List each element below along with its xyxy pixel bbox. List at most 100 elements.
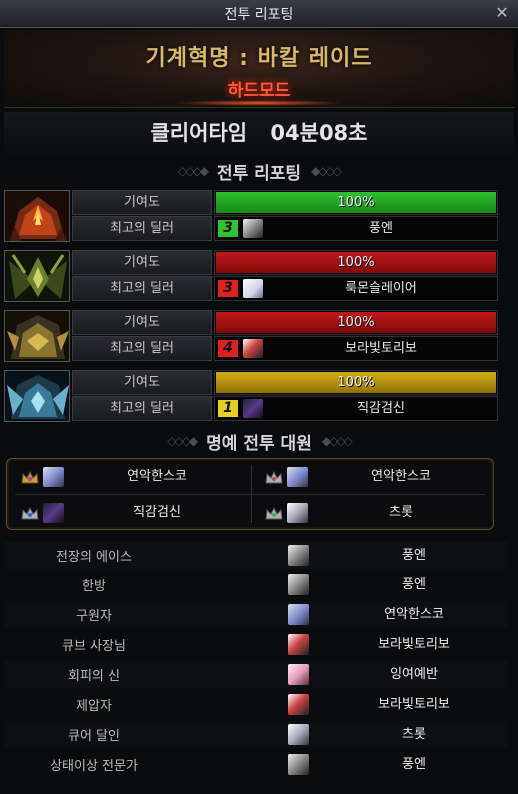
top-dealer-label: 최고의 딜러 — [72, 336, 212, 361]
deco-right-icon: ◆◇◇◇ — [321, 434, 353, 448]
member-name: 츠롯 — [389, 505, 413, 520]
award-title: 구원자 — [76, 609, 112, 624]
contribution-label: 기여도 — [72, 310, 212, 335]
award-row: 상태이상 전문가 풍엔 — [4, 751, 508, 778]
avatar — [288, 574, 309, 595]
award-player: 보라빛토리보 — [378, 697, 450, 712]
crown-icon — [21, 471, 39, 484]
award-player: 풍엔 — [402, 757, 426, 772]
award-player: 풍엔 — [402, 548, 426, 563]
award-title: 큐어 달인 — [68, 729, 120, 744]
boss-row: 기여도 100% 최고의 딜러 1 직감검신 — [4, 370, 498, 422]
honor-section-title: 명예 전투 대원 — [206, 433, 312, 454]
contribution-value: 100% — [337, 195, 375, 210]
avatar — [243, 339, 263, 358]
clear-time: 클리어타임 04분08초 — [4, 112, 514, 154]
raid-name: 기계혁명 : 바칼 레이드 — [145, 46, 373, 71]
avatar — [43, 503, 64, 523]
avatar — [288, 754, 309, 775]
award-row: 회피의 신 잉여예반 — [4, 661, 508, 688]
contribution-row: 기여도 100% — [72, 190, 498, 215]
top-dealer-row: 최고의 딜러 4 보라빛토리보 — [72, 336, 498, 361]
mode-glow — [174, 100, 344, 106]
contribution-bar: 100% — [214, 310, 498, 335]
report-section-header: ◇◇◇◆ 전투 리포팅 ◆◇◇◇ — [4, 158, 514, 184]
top-dealer-label: 최고의 딜러 — [72, 396, 212, 421]
avatar — [288, 634, 309, 655]
divider — [15, 494, 485, 495]
close-icon[interactable]: ✕ — [492, 3, 512, 23]
deco-left-icon: ◇◇◇◆ — [178, 164, 209, 178]
avatar — [288, 664, 309, 685]
honor-box: 연악한스코 연악한스코 직감검신 츠롯 — [6, 458, 494, 530]
rank-badge: 3 — [218, 280, 238, 297]
blue-ice-boss-icon — [4, 370, 70, 422]
top-dealer-row: 최고의 딜러 1 직감검신 — [72, 396, 498, 421]
boss-row: 기여도 100% 최고의 딜러 4 보라빛토리보 — [4, 310, 498, 362]
report-section-title: 전투 리포팅 — [216, 163, 302, 184]
contribution-bar: 100% — [214, 190, 498, 215]
award-title: 전장의 에이스 — [56, 550, 132, 565]
dealer-name: 룩몬슬레이어 — [345, 281, 417, 296]
top-dealer-row: 최고의 딜러 3 룩몬슬레이어 — [72, 276, 498, 301]
avatar — [243, 279, 263, 298]
top-dealer-label: 최고의 딜러 — [72, 276, 212, 301]
top-dealer-label: 최고의 딜러 — [72, 216, 212, 241]
contribution-value: 100% — [337, 255, 375, 270]
contribution-value: 100% — [337, 315, 375, 330]
avatar — [287, 467, 308, 487]
award-player: 풍엔 — [402, 577, 426, 592]
award-player: 보라빛토리보 — [378, 637, 450, 652]
award-row: 큐어 달인 츠롯 — [4, 721, 508, 748]
avatar — [243, 399, 263, 418]
avatar — [288, 724, 309, 745]
honor-section-header: ◇◇◇◆ 명예 전투 대원 ◆◇◇◇ — [4, 428, 514, 454]
award-title: 상태이상 전문가 — [50, 759, 138, 774]
dealer-name: 풍엔 — [369, 221, 393, 236]
contribution-row: 기여도 100% — [72, 370, 498, 395]
boss-row: 기여도 100% 최고의 딜러 3 풍엔 — [4, 190, 498, 242]
honor-member: 츠롯 — [257, 499, 491, 527]
contribution-row: 기여도 100% — [72, 250, 498, 275]
contribution-value: 100% — [337, 375, 375, 390]
crown-icon — [265, 507, 283, 520]
avatar — [243, 219, 263, 238]
avatar — [43, 467, 64, 487]
window-title: 전투 리포팅 — [224, 6, 294, 23]
award-row: 큐브 사장님 보라빛토리보 — [4, 631, 508, 658]
member-name: 직감검신 — [133, 505, 181, 520]
gold-horn-boss-icon — [4, 310, 70, 362]
contribution-row: 기여도 100% — [72, 310, 498, 335]
member-name: 연악한스코 — [371, 469, 431, 484]
honor-member: 연악한스코 — [13, 463, 247, 491]
contribution-label: 기여도 — [72, 250, 212, 275]
red-fire-boss-icon — [4, 190, 70, 242]
avatar — [288, 694, 309, 715]
top-dealer-value: 1 직감검신 — [214, 396, 498, 421]
clear-time-value: 04분08초 — [270, 121, 368, 145]
contribution-label: 기여도 — [72, 370, 212, 395]
honor-member: 연악한스코 — [257, 463, 491, 491]
avatar — [287, 503, 308, 523]
rank-badge: 3 — [218, 220, 238, 237]
top-dealer-value: 4 보라빛토리보 — [214, 336, 498, 361]
raid-mode: 하드모드 — [227, 81, 291, 101]
clear-time-label: 클리어타임 — [150, 121, 248, 145]
award-player: 츠롯 — [402, 727, 426, 742]
raid-header: 기계혁명 : 바칼 레이드 하드모드 — [4, 30, 514, 108]
rank-badge: 4 — [218, 340, 238, 357]
boss-row: 기여도 100% 최고의 딜러 3 룩몬슬레이어 — [4, 250, 498, 302]
contribution-bar: 100% — [214, 370, 498, 395]
honor-member: 직감검신 — [13, 499, 247, 527]
dealer-name: 보라빛토리보 — [345, 341, 417, 356]
member-name: 연악한스코 — [127, 469, 187, 484]
deco-right-icon: ◆◇◇◇ — [311, 164, 342, 178]
green-thorn-boss-icon — [4, 250, 70, 302]
award-row: 구원자 연악한스코 — [4, 601, 508, 628]
award-player: 잉여예반 — [390, 667, 438, 682]
top-dealer-value: 3 풍엔 — [214, 216, 498, 241]
award-title: 한방 — [82, 579, 106, 594]
award-row: 전장의 에이스 풍엔 — [4, 542, 508, 569]
window-titlebar: 전투 리포팅 ✕ — [0, 0, 518, 28]
dealer-name: 직감검신 — [357, 401, 405, 416]
